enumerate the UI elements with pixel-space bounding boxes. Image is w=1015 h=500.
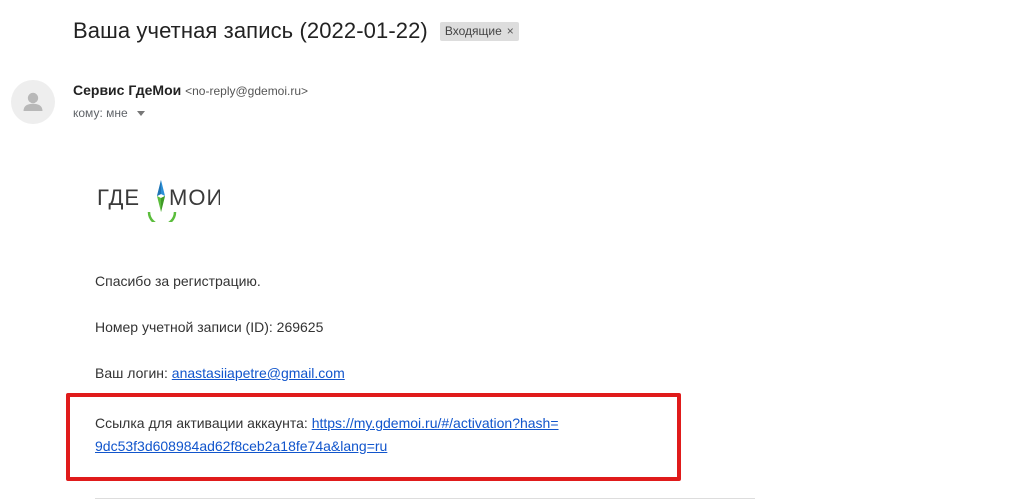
email-subject: Ваша учетная запись (2022-01-22) bbox=[73, 18, 428, 43]
close-icon[interactable]: × bbox=[507, 24, 514, 38]
logo-text-right: МОИ bbox=[169, 185, 220, 210]
sender-row: Сервис ГдеМои <no-reply@gdemoi.ru> bbox=[73, 82, 308, 98]
divider bbox=[95, 498, 755, 499]
person-icon bbox=[23, 92, 43, 111]
gdemoi-logo: ГДЕ МОИ bbox=[95, 170, 220, 222]
chevron-down-icon[interactable] bbox=[136, 110, 145, 116]
login-email-link[interactable]: anastasiiapetre@gmail.com bbox=[172, 365, 345, 381]
thanks-text: Спасибо за регистрацию. bbox=[95, 273, 261, 289]
sender-avatar[interactable] bbox=[11, 80, 55, 124]
inbox-label-chip[interactable]: Входящие × bbox=[439, 21, 519, 41]
logo-text-left: ГДЕ bbox=[97, 185, 140, 210]
sender-email: <no-reply@gdemoi.ru> bbox=[185, 84, 309, 98]
login-line: Ваш логин: anastasiiapetre@gmail.com bbox=[95, 365, 345, 381]
recipient-text: кому: мне bbox=[73, 106, 128, 120]
email-subject-row: Ваша учетная запись (2022-01-22) Входящи… bbox=[73, 18, 519, 44]
inbox-label-text: Входящие bbox=[444, 24, 502, 38]
sender-name[interactable]: Сервис ГдеМои bbox=[73, 82, 181, 98]
recipient-row: кому: мне bbox=[73, 106, 145, 120]
account-id-text: Номер учетной записи (ID): 269625 bbox=[95, 319, 324, 335]
login-label: Ваш логин: bbox=[95, 365, 172, 381]
highlight-box bbox=[66, 393, 681, 481]
